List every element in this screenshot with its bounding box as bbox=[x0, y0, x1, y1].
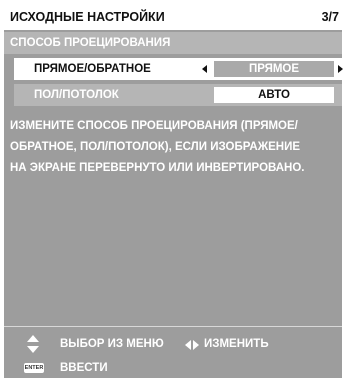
arrow-right-icon[interactable] bbox=[338, 65, 343, 73]
up-down-arrows-icon bbox=[26, 334, 40, 357]
footer-enter-hint: ENTER ВВЕСТИ bbox=[4, 358, 342, 378]
select-hint-label: ВЫБОР ИЗ МЕНЮ bbox=[60, 338, 164, 350]
footer-select-hint: ВЫБОР ИЗ МЕНЮ ИЗМЕНИТЬ bbox=[4, 334, 342, 354]
change-hint-label: ИЗМЕНИТЬ bbox=[204, 338, 269, 350]
menu-title: ИСХОДНЫЕ НАСТРОЙКИ bbox=[10, 10, 165, 24]
setting-value[interactable]: АВТО bbox=[214, 87, 334, 103]
footer-divider bbox=[4, 326, 342, 327]
setting-value-selector[interactable]: ПРЯМОЕ bbox=[214, 61, 334, 77]
section-title: СПОСОБ ПРОЕЦИРОВАНИЯ bbox=[10, 37, 171, 49]
help-line: ИЗМЕНИТЕ СПОСОБ ПРОЕЦИРОВАНИЯ (ПРЯМОЕ/ bbox=[10, 120, 298, 132]
help-line: ОБРАТНОЕ, ПОЛ/ПОТОЛОК), ЕСЛИ ИЗОБРАЖЕНИЕ bbox=[10, 141, 301, 153]
enter-hint-label: ВВЕСТИ bbox=[60, 362, 108, 374]
menu-header: ИСХОДНЫЕ НАСТРОЙКИ 3/7 bbox=[4, 4, 342, 30]
setting-row-floor-ceiling[interactable]: ПОЛ/ПОТОЛОК АВТО bbox=[14, 84, 342, 106]
section-header: СПОСОБ ПРОЕЦИРОВАНИЯ bbox=[4, 32, 342, 54]
left-right-arrows-icon bbox=[184, 340, 200, 353]
help-line: НА ЭКРАНЕ ПЕРЕВЕРНУТО ИЛИ ИНВЕРТИРОВАНО. bbox=[10, 162, 305, 174]
setting-label: ПОЛ/ПОТОЛОК bbox=[34, 89, 119, 101]
enter-key-icon: ENTER bbox=[24, 363, 44, 373]
page-indicator: 3/7 bbox=[321, 10, 339, 24]
arrow-left-icon[interactable] bbox=[202, 65, 207, 73]
setting-label: ПРЯМОЕ/ОБРАТНОЕ bbox=[34, 63, 151, 75]
setting-row-front-rear[interactable]: ПРЯМОЕ/ОБРАТНОЕ ПРЯМОЕ bbox=[14, 58, 343, 80]
osd-menu-panel: ИСХОДНЫЕ НАСТРОЙКИ 3/7 СПОСОБ ПРОЕЦИРОВА… bbox=[4, 4, 343, 378]
help-message: ИЗМЕНИТЕ СПОСОБ ПРОЕЦИРОВАНИЯ (ПРЯМОЕ/ О… bbox=[10, 116, 340, 179]
